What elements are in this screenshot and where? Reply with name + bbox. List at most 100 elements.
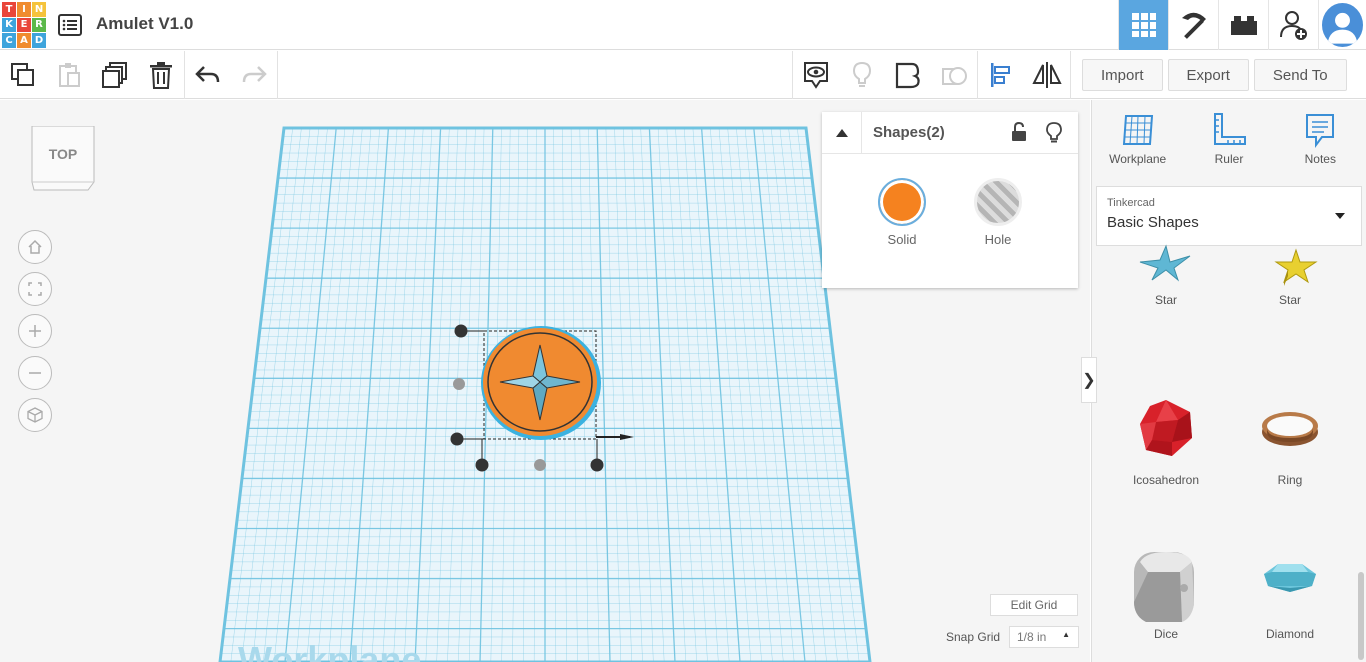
- workplane-canvas[interactable]: Workplane TOP Shapes(2) Solid Hole Edit …: [0, 100, 1090, 662]
- resize-handle[interactable]: [453, 378, 465, 390]
- perspective-button[interactable]: [18, 398, 52, 432]
- top-bar: TIN KER CAD Amulet V1.0: [0, 0, 1366, 50]
- shape-icosahedron[interactable]: Icosahedron: [1104, 390, 1228, 487]
- shape-ring[interactable]: Ring: [1228, 390, 1352, 487]
- home-icon: [28, 239, 42, 254]
- copy-button[interactable]: [0, 51, 46, 99]
- duplicate-button[interactable]: [92, 51, 138, 99]
- redo-button[interactable]: [231, 51, 277, 99]
- star-shape-icon: [1139, 244, 1191, 282]
- snap-grid-value: 1/8 in: [1017, 630, 1047, 644]
- solid-option[interactable]: Solid: [862, 178, 942, 247]
- avatar: [1322, 3, 1363, 47]
- align-button[interactable]: [978, 51, 1024, 99]
- hole-swatch[interactable]: [974, 178, 1022, 226]
- delete-button[interactable]: [138, 51, 184, 99]
- view-cube-label: TOP: [48, 146, 78, 162]
- fit-view-icon: [28, 282, 42, 296]
- collapse-inspector-button[interactable]: [822, 111, 862, 154]
- fit-view-button[interactable]: [18, 272, 52, 306]
- logo-tile: C: [2, 33, 16, 48]
- undo-button[interactable]: [185, 51, 231, 99]
- duplicate-icon: [102, 62, 127, 88]
- tinkercad-logo[interactable]: TIN KER CAD: [2, 2, 46, 48]
- export-button[interactable]: Export: [1167, 59, 1249, 91]
- resize-handle[interactable]: [590, 458, 604, 472]
- design-title[interactable]: Amulet V1.0: [96, 14, 193, 34]
- amulet-object[interactable]: [481, 326, 601, 440]
- lock-button[interactable]: [1010, 121, 1028, 147]
- import-button[interactable]: Import: [1082, 59, 1163, 91]
- logo-tile: R: [32, 17, 46, 33]
- resize-handle[interactable]: [534, 459, 546, 471]
- resize-handle[interactable]: [475, 458, 489, 472]
- workplane-tool-label: Workplane: [1109, 152, 1167, 166]
- library-category: Tinkercad: [1107, 197, 1155, 209]
- logo-tile: A: [17, 33, 31, 48]
- notes-tool-label: Notes: [1304, 152, 1336, 166]
- hide-button[interactable]: [1046, 122, 1062, 149]
- zoom-out-button[interactable]: [18, 356, 52, 390]
- pickaxe-icon: [1181, 12, 1206, 39]
- paste-button[interactable]: [46, 51, 92, 99]
- shape-star-yellow[interactable]: Star: [1228, 210, 1352, 307]
- snap-grid-select[interactable]: 1/8 in ▲: [1009, 626, 1079, 648]
- invite-user-button[interactable]: [1268, 0, 1318, 50]
- resize-handle[interactable]: [450, 432, 464, 446]
- design-menu-icon[interactable]: [58, 14, 82, 36]
- hole-option[interactable]: Hole: [958, 178, 1038, 247]
- shape-label: Ring: [1277, 473, 1303, 487]
- workplane-tool[interactable]: Workplane: [1103, 112, 1173, 184]
- unlock-icon: [1012, 121, 1026, 141]
- shape-inspector-panel: Shapes(2) Solid Hole: [822, 111, 1078, 288]
- inspector-title: Shapes(2): [873, 124, 945, 141]
- shape-dice[interactable]: Dice: [1104, 544, 1228, 641]
- resize-handle[interactable]: [454, 324, 468, 338]
- zoom-in-button[interactable]: [18, 314, 52, 348]
- edit-grid-button[interactable]: Edit Grid: [990, 594, 1078, 616]
- group-shape-button[interactable]: [885, 51, 931, 99]
- shape-diamond[interactable]: Diamond: [1228, 544, 1352, 641]
- copy-icon: [11, 63, 34, 86]
- send-to-button[interactable]: Send To: [1253, 59, 1347, 91]
- solid-color-swatch[interactable]: [878, 178, 926, 226]
- show-all-button[interactable]: [793, 51, 839, 99]
- grid-icon: [1131, 13, 1156, 37]
- panel-scrollbar[interactable]: [1358, 572, 1364, 660]
- notes-icon: [1306, 114, 1335, 148]
- redo-icon: [242, 66, 267, 83]
- eye-bubble-icon: [804, 62, 828, 89]
- add-user-icon: [1279, 11, 1307, 40]
- ruler-tool[interactable]: Ruler: [1194, 112, 1264, 184]
- shapes-library-panel: Workplane Ruler Notes Tinkercad Basic Sh…: [1091, 100, 1366, 662]
- hole-label: Hole: [984, 232, 1012, 247]
- ruler-icon: [1213, 113, 1246, 145]
- ungroup-button[interactable]: [931, 51, 977, 99]
- brick-icon: [1230, 16, 1257, 35]
- 3d-view-grid-button[interactable]: [1118, 0, 1168, 50]
- shape-label: Diamond: [1265, 627, 1315, 641]
- home-view-button[interactable]: [18, 230, 52, 264]
- dice-icon: [1134, 552, 1194, 622]
- bricks-button[interactable]: [1218, 0, 1268, 50]
- caret-up-icon: ▲: [1062, 630, 1070, 639]
- snap-grid-label: Snap Grid: [946, 630, 1001, 644]
- workplane-icon: [1122, 115, 1153, 145]
- mirror-button[interactable]: [1024, 51, 1070, 99]
- align-icon: [991, 63, 1010, 87]
- lightbulb-icon: [852, 61, 872, 87]
- notes-tool[interactable]: Notes: [1285, 112, 1355, 184]
- collapse-panel-button[interactable]: ❯: [1081, 357, 1097, 403]
- minus-icon: [29, 372, 41, 374]
- logo-tile: I: [17, 2, 31, 17]
- logo-tile: T: [2, 2, 16, 17]
- view-cube[interactable]: TOP: [30, 125, 96, 192]
- ring-icon: [1262, 412, 1318, 446]
- ruler-tool-label: Ruler: [1214, 152, 1244, 166]
- shape-star-blue[interactable]: Star: [1104, 210, 1228, 307]
- hint-button[interactable]: [839, 51, 885, 99]
- minecraft-pickaxe-button[interactable]: [1168, 0, 1218, 50]
- icosahedron-icon: [1140, 400, 1192, 456]
- workplane-watermark: Workplane: [238, 639, 421, 662]
- profile-avatar-button[interactable]: [1318, 0, 1366, 50]
